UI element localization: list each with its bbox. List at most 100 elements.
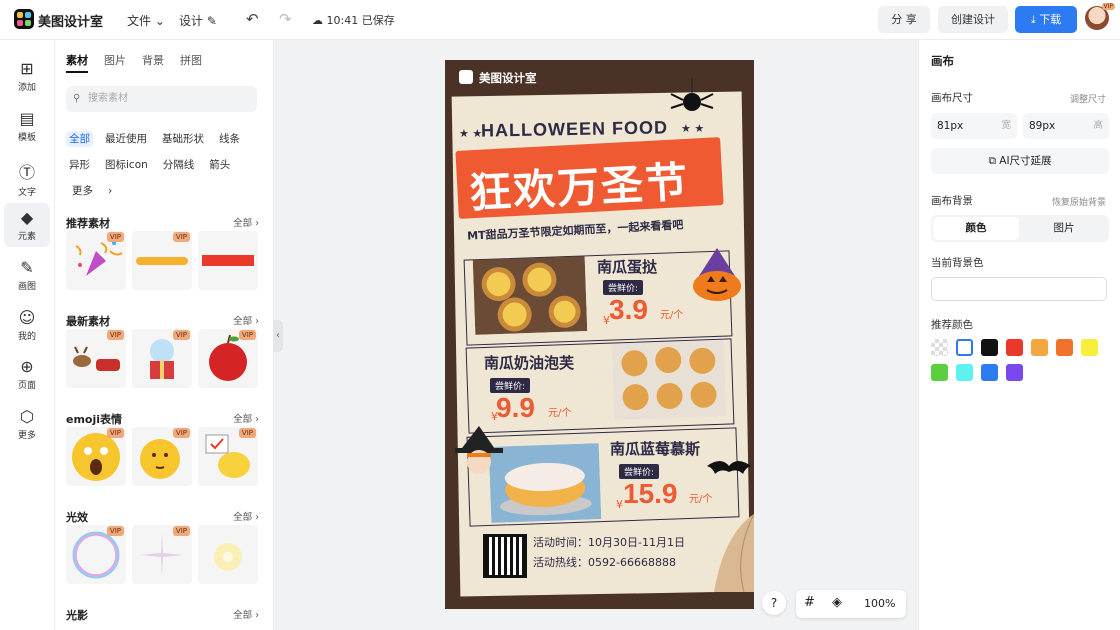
- height-field[interactable]: 89px 高: [1023, 113, 1109, 139]
- canvas-poster[interactable]: 美图设计室 ★ ★ ★ ★ HALLOWEEN FOOD 狂欢万圣节 MT甜品万…: [445, 60, 754, 609]
- top-bar: 美图设计室 文件 ⌄ 设计 ✎ ↶ ↷ ☁ 10:41 已保存 分 享 创建设计…: [0, 0, 1120, 40]
- ai-expand-button[interactable]: ⧉ AI尺寸延展: [931, 148, 1109, 174]
- tab-color[interactable]: 颜色: [933, 217, 1019, 240]
- avatar[interactable]: VIP: [1085, 3, 1115, 30]
- filter-chips: 全部 最近使用 基础形状 线条 异形 图标icon 分隔线 箭头 更多 ›: [66, 126, 266, 204]
- save-status: ☁ 10:41 已保存: [312, 12, 395, 28]
- swatch-cyan[interactable]: [956, 364, 973, 381]
- poster-logo-text: 美图设计室: [479, 71, 537, 85]
- restore-bg-link[interactable]: 恢复原始背景: [1052, 195, 1106, 208]
- swatch-white[interactable]: [956, 339, 973, 356]
- zoom-level[interactable]: 100%: [864, 597, 895, 610]
- thinking-emoji-thumb[interactable]: VIP: [132, 427, 192, 486]
- create-design-button[interactable]: 创建设计: [938, 6, 1008, 33]
- item-price: 9.9: [496, 392, 535, 423]
- rail-item-text[interactable]: Ⓣ 文字: [4, 154, 50, 198]
- poster-logo: 美图设计室: [459, 70, 537, 86]
- gift-globe-thumb[interactable]: VIP: [132, 329, 192, 388]
- chick-sign-thumb[interactable]: VIP: [198, 427, 258, 486]
- tab-materials[interactable]: 素材: [66, 54, 88, 73]
- page-icon: ⊕: [20, 357, 34, 376]
- item-name: 南瓜蛋挞: [597, 258, 658, 276]
- cream-puff-photo: [611, 340, 727, 420]
- layers-icon[interactable]: ◈: [832, 595, 842, 610]
- file-menu[interactable]: 文件 ⌄: [127, 12, 165, 29]
- filter-lines[interactable]: 线条: [216, 131, 243, 147]
- vip-badge: VIP: [106, 232, 124, 242]
- filter-icons[interactable]: 图标icon: [102, 157, 151, 173]
- swatch-black[interactable]: [981, 339, 998, 356]
- download-button[interactable]: ⤓ 下载: [1015, 6, 1077, 33]
- swatch-yellow[interactable]: [1081, 339, 1098, 356]
- filter-irregular[interactable]: 异形: [66, 157, 93, 173]
- swatch-orange[interactable]: [1056, 339, 1073, 356]
- see-all-link[interactable]: 全部 ›: [233, 509, 259, 523]
- witch-girl-icon: [455, 426, 503, 474]
- design-menu-label: 设计: [179, 14, 204, 28]
- draw-icon: ✎: [20, 258, 34, 277]
- rail-item-mine[interactable]: ☺ 我的: [4, 303, 50, 347]
- section-shadows: 光影 全部 ›: [66, 607, 259, 623]
- reindeer-sleigh-thumb[interactable]: VIP: [66, 329, 126, 388]
- zoom-bar: # ◈ 100%: [796, 590, 906, 618]
- share-button[interactable]: 分 享: [878, 6, 930, 33]
- see-all-link[interactable]: 全部 ›: [233, 215, 259, 229]
- see-all-link[interactable]: 全部 ›: [233, 607, 259, 621]
- redo-icon[interactable]: ↷: [279, 10, 292, 28]
- tab-image[interactable]: 图片: [1021, 217, 1107, 240]
- glow-thumb[interactable]: [198, 525, 258, 584]
- edit-icon: ✎: [206, 14, 217, 28]
- rail-item-draw[interactable]: ✎ 画图: [4, 253, 50, 297]
- swatch-blue[interactable]: [981, 364, 998, 381]
- filter-arrows[interactable]: 箭头: [206, 157, 233, 173]
- rail-item-label: 添加: [17, 83, 36, 93]
- sparkle-thumb[interactable]: VIP: [132, 525, 192, 584]
- recommended-colors-label: 推荐颜色: [931, 319, 973, 331]
- undo-icon[interactable]: ↶: [246, 10, 259, 28]
- star-icon: ★ ★: [459, 127, 483, 140]
- tab-images[interactable]: 图片: [104, 54, 126, 67]
- bubble-ring-thumb[interactable]: VIP: [66, 525, 126, 584]
- grid-icon[interactable]: #: [804, 595, 815, 610]
- filter-recent[interactable]: 最近使用: [102, 131, 150, 147]
- filter-all[interactable]: 全部: [66, 131, 93, 147]
- rail-item-add[interactable]: ⊞ 添加: [4, 54, 50, 98]
- filter-shapes[interactable]: 基础形状: [159, 131, 207, 147]
- price-tag: 尝鲜价:: [490, 378, 531, 393]
- shocked-emoji-thumb[interactable]: VIP: [66, 427, 126, 486]
- swatch-light-orange[interactable]: [1031, 339, 1048, 356]
- collapse-panel-handle[interactable]: ‹: [273, 320, 283, 352]
- rail-item-page[interactable]: ⊕ 页面: [4, 352, 50, 396]
- swatch-transparent[interactable]: [931, 339, 948, 356]
- see-all-link[interactable]: 全部 ›: [233, 411, 259, 425]
- red-bar-thumb[interactable]: [198, 231, 258, 290]
- swatch-green[interactable]: [931, 364, 948, 381]
- adjust-size-link[interactable]: 调整尺寸: [1070, 92, 1106, 105]
- chevron-left-icon: ‹: [276, 330, 280, 341]
- filter-more[interactable]: 更多 ›: [66, 183, 127, 199]
- rail-item-more[interactable]: ⬡ 更多: [4, 402, 50, 446]
- template-icon: ▤: [19, 109, 35, 128]
- apple-thumb[interactable]: VIP: [198, 329, 258, 388]
- filter-dividers[interactable]: 分隔线: [160, 157, 198, 173]
- tab-collage[interactable]: 拼图: [180, 54, 202, 67]
- rail-item-template[interactable]: ▤ 模板: [4, 104, 50, 148]
- user-icon: ☺: [18, 308, 36, 327]
- swatch-purple[interactable]: [1006, 364, 1023, 381]
- search-placeholder: 搜索素材: [88, 93, 128, 104]
- party-popper-thumb[interactable]: VIP: [66, 231, 126, 290]
- cloud-icon: ☁: [312, 14, 323, 27]
- tab-backgrounds[interactable]: 背景: [142, 54, 164, 67]
- see-all-label: 全部: [233, 610, 253, 621]
- swatch-red[interactable]: [1006, 339, 1023, 356]
- canvas-bg-label: 画布背景: [931, 195, 973, 207]
- design-menu[interactable]: 设计 ✎: [179, 12, 217, 29]
- search-input[interactable]: ⚲ 搜索素材: [66, 86, 257, 112]
- egg-tart-photo: [472, 256, 588, 335]
- rail-item-elements[interactable]: ◆ 元素: [4, 203, 50, 247]
- see-all-link[interactable]: 全部 ›: [233, 313, 259, 327]
- brush-stroke-thumb[interactable]: VIP: [132, 231, 192, 290]
- width-field[interactable]: 81px 宽: [931, 113, 1017, 139]
- current-bg-swatch[interactable]: [931, 277, 1107, 301]
- help-button[interactable]: ?: [762, 591, 786, 615]
